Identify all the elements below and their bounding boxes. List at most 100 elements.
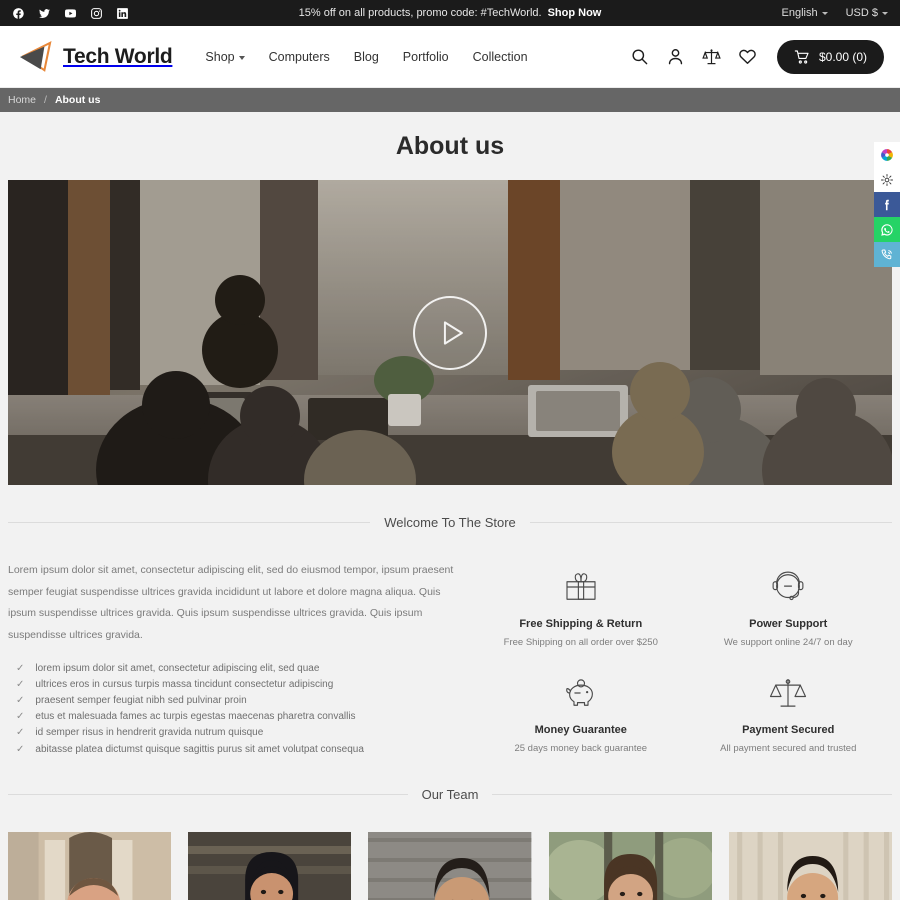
- cart-button[interactable]: $0.00 (0): [776, 39, 884, 74]
- list-item: ✓ abitasse platea dictumst quisque sagit…: [8, 741, 463, 757]
- divider-line-right: [492, 794, 892, 796]
- team-heading-text: Our Team: [421, 787, 479, 803]
- divider-line-left: [8, 522, 371, 523]
- team-member-photo: [728, 832, 893, 900]
- promo-text: 15% off on all products, promo code: #Te…: [298, 7, 542, 19]
- main-navigation: Shop Computers Blog Portfolio Collection: [205, 50, 527, 64]
- welcome-heading-text: Welcome To The Store: [384, 515, 516, 530]
- team-member-2[interactable]: [188, 832, 352, 900]
- feature-subtitle: Free Shipping on all order over $250: [503, 637, 658, 648]
- language-label: English: [781, 7, 818, 19]
- feature-title: Power Support: [749, 618, 828, 630]
- list-item-label: etus et malesuada fames ac turpis egesta…: [35, 711, 356, 723]
- list-item: ✓ ultrices eros in cursus turpis massa t…: [8, 676, 463, 692]
- about-us-page: 15% off on all products, promo code: #Te…: [0, 0, 900, 900]
- wishlist-heart-icon[interactable]: [738, 47, 757, 66]
- team-member-1[interactable]: [8, 832, 172, 900]
- currency-label: USD $: [845, 7, 878, 19]
- list-item-label: id semper risus in hendrerit gravida nut…: [35, 727, 264, 739]
- instagram-icon[interactable]: [90, 7, 103, 20]
- list-item: ✓ id semper risus in hendrerit gravida n…: [8, 725, 463, 741]
- chevron-down-icon: [821, 11, 828, 15]
- header-actions: $0.00 (0): [630, 39, 884, 74]
- breadcrumb-home-link[interactable]: Home: [8, 94, 36, 106]
- top-promo-bar: 15% off on all products, promo code: #Te…: [0, 0, 900, 26]
- feature-title: Payment Secured: [742, 723, 835, 736]
- about-content-row: Lorem ipsum dolor sit amet, consectetur …: [0, 560, 900, 757]
- nav-item-computers[interactable]: Computers: [269, 50, 330, 64]
- team-member-photo: [548, 832, 712, 900]
- hero-video-section: [0, 180, 900, 485]
- site-header: Tech World Shop Computers Blog Portfolio…: [0, 26, 900, 88]
- nav-item-blog[interactable]: Blog: [354, 50, 379, 64]
- chevron-down-icon: [238, 55, 245, 60]
- color-wheel-icon[interactable]: [874, 142, 900, 167]
- floating-side-toolbar: [874, 142, 900, 267]
- user-account-icon[interactable]: [666, 47, 685, 66]
- feature-power-support: Power Support We support online 24/7 on …: [685, 560, 893, 652]
- social-links: [12, 7, 129, 20]
- feature-free-shipping: Free Shipping & Return Free Shipping on …: [477, 560, 685, 652]
- whatsapp-icon[interactable]: [874, 217, 900, 242]
- about-paragraph: Lorem ipsum dolor sit amet, consectetur …: [8, 564, 454, 641]
- divider-line-left: [8, 794, 408, 796]
- play-video-button[interactable]: [413, 295, 487, 370]
- team-member-3[interactable]: [368, 832, 532, 900]
- feature-money-guarantee: Money Guarantee 25 days money back guara…: [477, 666, 685, 758]
- play-triangle-icon: [443, 320, 463, 345]
- phone-call-icon[interactable]: [874, 242, 900, 267]
- breadcrumb-current: About us: [54, 94, 101, 106]
- brand-logo-link[interactable]: Tech World: [16, 40, 173, 73]
- list-item: ✓ praesent semper feugiat nibh sed pulvi…: [8, 692, 463, 708]
- brand-name: Tech World: [63, 44, 173, 68]
- feature-subtitle: 25 days money back guarantee: [514, 742, 648, 754]
- piggy-bank-icon: [477, 670, 685, 716]
- search-icon[interactable]: [630, 47, 649, 66]
- welcome-section-heading: Welcome To The Store: [0, 515, 900, 530]
- balance-scales-icon: [685, 670, 893, 716]
- feature-subtitle: We support online 24/7 on day: [723, 637, 853, 648]
- service-features-grid: Free Shipping & Return Free Shipping on …: [477, 560, 892, 757]
- headset-support-icon: [685, 564, 893, 610]
- list-item-label: praesent semper feugiat nibh sed pulvina…: [35, 695, 247, 707]
- cart-total-label: $0.00 (0): [818, 49, 867, 64]
- divider-line-right: [529, 522, 893, 523]
- twitter-icon[interactable]: [38, 7, 51, 20]
- feature-subtitle: All payment secured and trusted: [720, 742, 857, 754]
- about-text-column: Lorem ipsum dolor sit amet, consectetur …: [8, 560, 463, 757]
- list-item: ✓ etus et malesuada fames ac turpis eges…: [8, 709, 463, 725]
- list-item: ✓ lorem ipsum dolor sit amet, consectetu…: [8, 660, 463, 676]
- gift-box-icon: [477, 564, 685, 610]
- list-item-label: ultrices eros in cursus turpis massa tin…: [35, 678, 334, 690]
- team-member-photo: [188, 832, 352, 900]
- hero-video-banner[interactable]: [8, 180, 892, 485]
- breadcrumb-separator: /: [44, 94, 47, 106]
- nav-item-collection[interactable]: Collection: [473, 50, 528, 64]
- team-member-5[interactable]: [728, 832, 893, 900]
- compare-scales-icon[interactable]: [702, 47, 721, 66]
- nav-item-shop[interactable]: Shop: [205, 49, 245, 64]
- shopping-cart-icon: [794, 49, 809, 64]
- team-member-4[interactable]: [548, 832, 712, 900]
- currency-selector[interactable]: USD $: [846, 7, 888, 19]
- check-icon: ✓: [16, 662, 25, 674]
- language-selector[interactable]: English: [782, 7, 828, 19]
- nav-label: Shop: [205, 49, 235, 64]
- facebook-icon[interactable]: [874, 192, 900, 217]
- feature-title: Free Shipping & Return: [519, 618, 643, 630]
- logo-arrow-icon: [16, 40, 54, 73]
- nav-item-portfolio[interactable]: Portfolio: [403, 50, 449, 64]
- shop-now-link[interactable]: Shop Now: [548, 7, 602, 19]
- check-icon: ✓: [16, 695, 25, 707]
- breadcrumb: Home / About us: [0, 88, 900, 112]
- linkedin-icon[interactable]: [116, 7, 129, 20]
- page-title: About us: [395, 131, 505, 160]
- list-item-label: abitasse platea dictumst quisque sagitti…: [35, 743, 364, 755]
- promo-message: 15% off on all products, promo code: #Te…: [0, 7, 900, 19]
- facebook-icon[interactable]: [12, 7, 25, 20]
- youtube-icon[interactable]: [64, 7, 77, 20]
- check-icon: ✓: [16, 678, 25, 690]
- page-title-section: About us: [0, 112, 900, 180]
- gear-settings-icon[interactable]: [874, 167, 900, 192]
- check-icon: ✓: [16, 711, 25, 723]
